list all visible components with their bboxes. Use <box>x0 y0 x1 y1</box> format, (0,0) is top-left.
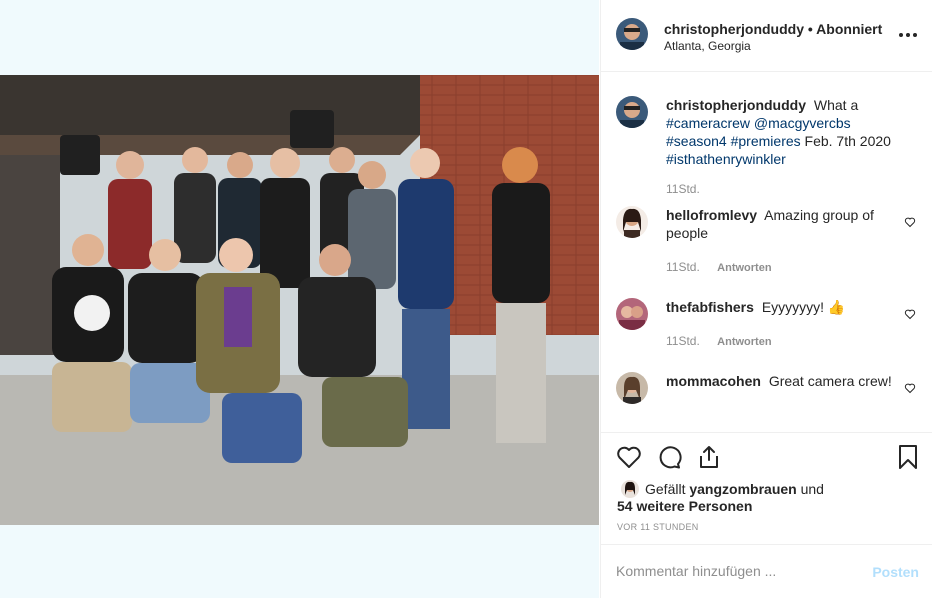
post-comment-button[interactable]: Posten <box>872 564 919 580</box>
more-options-icon[interactable] <box>897 24 919 46</box>
comments-list[interactable]: christopherjonduddy What a #cameracrew @… <box>601 72 932 432</box>
comment-input[interactable] <box>616 563 846 579</box>
like-comment-heart-icon[interactable] <box>904 382 916 394</box>
post-header: christopherjonduddy • Abonniert Atlanta,… <box>601 0 932 72</box>
post-location[interactable]: Atlanta, Georgia <box>664 39 751 53</box>
post-sidebar: christopherjonduddy • Abonniert Atlanta,… <box>600 0 932 598</box>
comment-time[interactable]: 11Std. <box>666 260 700 274</box>
comment-body: Great camera crew! <box>768 373 892 389</box>
author-username[interactable]: christopherjonduddy <box>664 21 804 37</box>
comment-username[interactable]: mommacohen <box>666 373 761 389</box>
likes-prefix: Gefällt <box>645 481 686 497</box>
caption-meta: 11Std. <box>666 182 700 196</box>
group-photo-illustration <box>0 75 599 525</box>
author-line: christopherjonduddy • Abonniert <box>664 21 882 37</box>
comment-text: mommacohen Great camera crew! <box>666 372 906 390</box>
comment-meta: 11Std. Antworten <box>666 260 772 274</box>
caption-avatar[interactable] <box>616 96 648 128</box>
follow-status[interactable]: Abonniert <box>816 21 882 37</box>
author-avatar[interactable] <box>616 18 648 50</box>
comment-time[interactable]: 11Std. <box>666 334 700 348</box>
media-pane <box>0 0 599 598</box>
mention-macgyvercbs[interactable]: @macgyvercbs <box>754 115 851 131</box>
hashtag-isthathenrywinkler[interactable]: #isthathenrywinkler <box>666 151 786 167</box>
add-comment-bar: Posten <box>601 544 932 599</box>
caption-text-after: Feb. 7th 2020 <box>804 133 891 149</box>
like-comment-heart-icon[interactable] <box>904 216 916 228</box>
bookmark-icon[interactable] <box>895 444 921 470</box>
post-photo[interactable] <box>0 75 599 525</box>
header-separator: • <box>807 21 813 37</box>
comment-text: hellofromlevy Amazing group of people <box>666 206 906 242</box>
commenter-avatar[interactable] <box>616 372 648 404</box>
commenter-avatar[interactable] <box>616 206 648 238</box>
share-icon[interactable] <box>696 444 722 470</box>
likes-others[interactable]: 54 weitere Personen <box>617 498 752 514</box>
like-comment-heart-icon[interactable] <box>904 308 916 320</box>
comment-meta: 11Std. Antworten <box>666 334 772 348</box>
reply-button[interactable]: Antworten <box>717 262 771 274</box>
caption-username[interactable]: christopherjonduddy <box>666 97 806 113</box>
liker-username[interactable]: yangzombrauen <box>689 481 796 497</box>
post-actions: Gefällt yangzombrauen und 54 weitere Per… <box>601 432 932 545</box>
post-timestamp[interactable]: VOR 11 STUNDEN <box>617 522 699 532</box>
caption-text: christopherjonduddy What a #cameracrew @… <box>666 96 896 168</box>
comment-username[interactable]: thefabfishers <box>666 299 754 315</box>
comment-body: Eyyyyyyy! 👍 <box>761 299 846 315</box>
comment-username[interactable]: hellofromlevy <box>666 207 757 223</box>
liker-avatar[interactable] <box>621 480 639 498</box>
commenter-avatar[interactable] <box>616 298 648 330</box>
likes-summary: Gefällt yangzombrauen und <box>645 481 824 497</box>
reply-button[interactable]: Antworten <box>717 336 771 348</box>
comment-text: thefabfishers Eyyyyyyy! 👍 <box>666 298 906 316</box>
comment-icon[interactable] <box>656 444 682 470</box>
likes-conjunction: und <box>800 481 824 497</box>
hashtag-premieres[interactable]: #premieres <box>731 133 801 149</box>
heart-icon[interactable] <box>616 444 642 470</box>
caption-text-before: What a <box>813 97 859 113</box>
hashtag-season4[interactable]: #season4 <box>666 133 727 149</box>
caption-time[interactable]: 11Std. <box>666 182 700 196</box>
hashtag-cameracrew[interactable]: #cameracrew <box>666 115 750 131</box>
